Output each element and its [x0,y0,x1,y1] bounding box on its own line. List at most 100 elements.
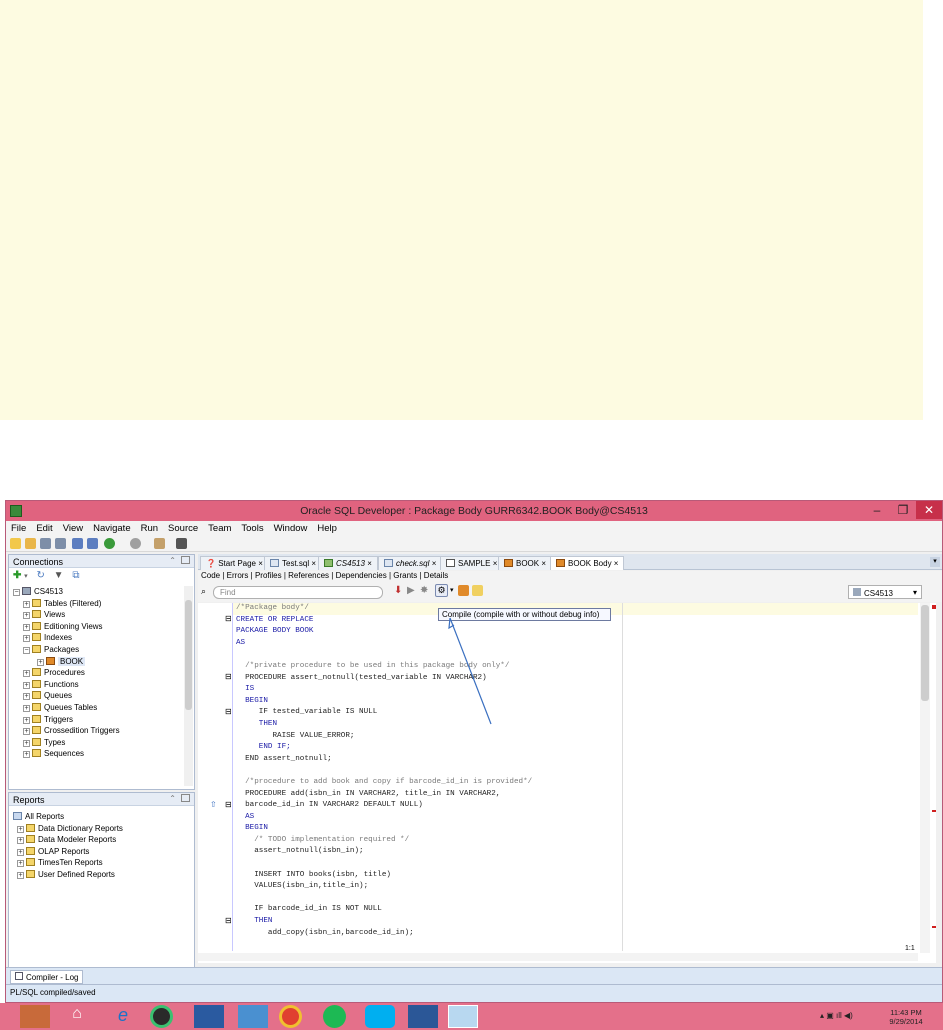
menu-view[interactable]: View [58,521,88,534]
collapse-icon[interactable]: − [13,589,20,596]
pin-icon[interactable]: ⬇ [394,585,402,596]
scroll-thumb[interactable] [921,605,929,701]
skype-icon[interactable] [365,1005,395,1028]
tree-root-connection[interactable]: − CS4513 [13,586,178,598]
expand-icon[interactable]: + [23,612,30,620]
tree-item-data-modeler-reports[interactable]: + Data Modeler Reports [13,834,188,846]
compile-icon[interactable]: ⚙ [435,584,448,597]
binoculars-icon[interactable] [176,538,187,549]
remote-desktop-icon[interactable] [194,1005,224,1028]
menu-window[interactable]: Window [269,521,313,534]
forward-icon[interactable] [130,538,141,549]
expand-icon[interactable]: + [23,635,30,643]
tree-item-tables[interactable]: + Tables (Filtered) [13,598,178,610]
dropdown-icon[interactable]: ▾ [24,573,28,580]
expand-icon[interactable]: + [23,728,30,736]
tab-cs4513[interactable]: CS4513 × [318,556,378,570]
tab-book[interactable]: BOOK × [498,556,553,570]
error-marker[interactable] [932,926,936,928]
tree-item-timesten-reports[interactable]: + TimesTen Reports [13,857,188,869]
tab-test-sql[interactable]: Test.sql × [264,556,323,570]
collapse-icon[interactable]: − [23,646,30,654]
expand-icon[interactable]: + [37,658,44,666]
connection-select[interactable]: CS4513 ▾ [848,585,922,599]
search-icon[interactable]: ⌕ [201,586,206,597]
open-icon[interactable] [25,538,36,549]
debug-icon[interactable]: ✸ [420,585,428,596]
compiler-log-tab[interactable]: Compiler - Log [10,970,84,984]
menu-edit[interactable]: Edit [31,521,57,534]
find-input[interactable]: Find [213,586,383,599]
restore-panel-icon[interactable] [181,794,190,802]
tree-item-views[interactable]: + Views [13,609,178,621]
menu-help[interactable]: Help [312,521,342,534]
expand-icon[interactable]: + [23,751,30,759]
package-spec-icon[interactable] [458,585,469,596]
code-editor[interactable]: ⊟ ⊟ ⊟ ⇧ ⊟ ⊟ /*Package body*/ CREATE OR R… [198,603,936,963]
schema-browser-icon[interactable]: ⧉ [72,570,79,581]
expand-icon[interactable]: + [17,837,24,845]
expand-icon[interactable]: + [23,704,30,712]
minimize-button[interactable]: – [864,501,890,519]
connections-scrollbar[interactable] [184,586,193,786]
editor-scrollbar[interactable] [920,603,930,953]
save-all-icon[interactable] [55,538,66,549]
close-button[interactable]: ✕ [916,501,942,519]
tree-item-indexes[interactable]: + Indexes [13,632,178,644]
tab-list-icon[interactable]: ▾ [930,557,940,567]
edit-icon[interactable] [472,585,483,596]
spotify-icon[interactable] [323,1005,346,1028]
tree-item-queues[interactable]: + Queues [13,690,178,702]
new-icon[interactable] [10,538,21,549]
word-icon[interactable] [408,1005,438,1028]
media-player-icon[interactable] [150,1005,173,1028]
expand-icon[interactable]: + [17,860,24,868]
tree-item-crossedition-triggers[interactable]: + Crossedition Triggers [13,725,178,737]
tree-item-functions[interactable]: + Functions [13,679,178,691]
editor-subtabs[interactable]: Code | Errors | Profiles | References | … [198,571,942,582]
expand-icon[interactable]: + [23,716,30,724]
tree-item-types[interactable]: + Types [13,737,178,749]
menu-source[interactable]: Source [163,521,203,534]
redo-icon[interactable] [87,538,98,549]
file-explorer-icon[interactable] [20,1005,50,1028]
run-icon[interactable]: ▶ [407,585,415,596]
minimize-panel-icon[interactable]: ⌃ [169,556,176,565]
expand-icon[interactable]: + [17,825,24,833]
expand-icon[interactable]: + [17,848,24,856]
save-icon[interactable] [40,538,51,549]
tree-item-data-dictionary-reports[interactable]: + Data Dictionary Reports [13,823,188,835]
sql-developer-taskbar-icon[interactable] [448,1005,478,1028]
refresh-icon[interactable]: ↻ [36,570,44,581]
clock[interactable]: 11:43 PM 9/29/2014 [886,1008,926,1026]
compile-dropdown-icon[interactable]: ▾ [450,586,454,594]
tab-check-sql[interactable]: check.sql × [378,556,443,570]
error-marker[interactable] [932,810,936,812]
expand-icon[interactable]: + [23,681,30,689]
tree-item-olap-reports[interactable]: + OLAP Reports [13,846,188,858]
back-icon[interactable] [104,538,115,549]
tree-item-user-defined-reports[interactable]: + User Defined Reports [13,869,188,881]
tab-sample[interactable]: SAMPLE × [440,556,504,570]
tab-book-body[interactable]: BOOK Body × [550,556,625,570]
home-icon[interactable]: ⌂ [62,1005,92,1028]
tab-start-page[interactable]: ❓ Start Page × [200,556,269,570]
internet-explorer-icon[interactable]: e [108,1005,138,1028]
expand-icon[interactable]: + [23,623,30,631]
tray-icons[interactable]: ▴ ▣ ıll ◀) [820,1011,853,1020]
tree-item-all-reports[interactable]: All Reports [13,811,188,823]
menu-team[interactable]: Team [203,521,236,534]
undo-icon[interactable] [72,538,83,549]
expand-icon[interactable]: + [17,871,24,879]
error-marker[interactable] [932,605,936,609]
tree-item-sequences[interactable]: + Sequences [13,748,178,760]
menu-run[interactable]: Run [136,521,163,534]
tree-item-queues-tables[interactable]: + Queues Tables [13,702,178,714]
expand-icon[interactable]: + [23,600,30,608]
menu-navigate[interactable]: Navigate [88,521,136,534]
menu-file[interactable]: File [6,521,31,534]
store-icon[interactable] [238,1005,268,1028]
tree-item-procedures[interactable]: + Procedures [13,667,178,679]
minimize-panel-icon[interactable]: ⌃ [169,794,176,803]
run-icon[interactable] [154,538,165,549]
